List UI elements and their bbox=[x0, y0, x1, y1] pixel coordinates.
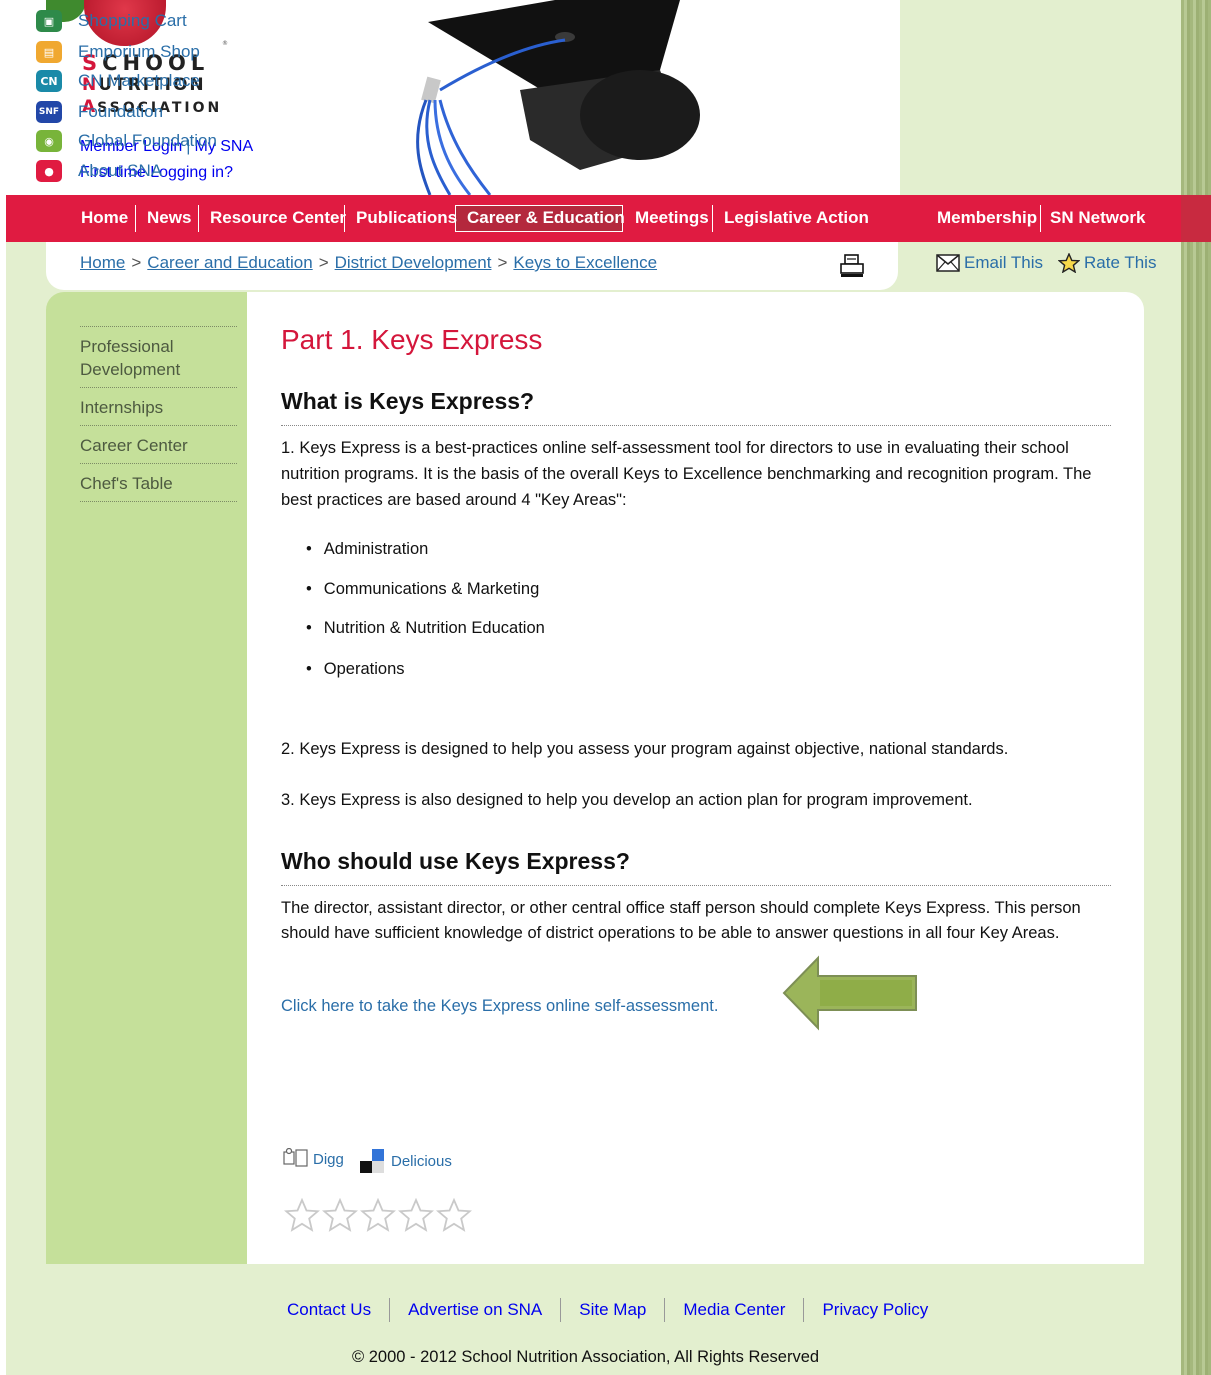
nav-divider bbox=[135, 205, 136, 232]
footer-advertise[interactable]: Advertise on SNA bbox=[408, 1300, 542, 1320]
footer-divider bbox=[389, 1298, 391, 1322]
quick-link-label: Emporium Shop bbox=[78, 42, 200, 61]
rating-star-icon[interactable] bbox=[322, 1198, 358, 1232]
sidebar-item-career-center[interactable]: Career Center bbox=[80, 426, 237, 464]
star-icon bbox=[1058, 253, 1080, 273]
quick-link-shopping-cart[interactable]: ▣ Shopping Cart bbox=[36, 10, 187, 32]
footer-divider bbox=[560, 1298, 562, 1322]
footer-divider bbox=[664, 1298, 666, 1322]
breadcrumb-home[interactable]: Home bbox=[80, 253, 125, 272]
graduation-cap-banner bbox=[380, 0, 820, 195]
nav-bar-edge bbox=[1181, 195, 1211, 242]
quick-link-label: About SNA bbox=[78, 161, 163, 180]
footer-links: Contact Us Advertise on SNA Site Map Med… bbox=[287, 1298, 928, 1322]
rating-star-icon[interactable] bbox=[398, 1198, 434, 1232]
cn-marketplace-icon: CN bbox=[36, 70, 62, 92]
digg-icon bbox=[283, 1148, 308, 1167]
footer-media-center[interactable]: Media Center bbox=[683, 1300, 785, 1320]
rate-this-label: Rate This bbox=[1084, 253, 1157, 272]
page-title: Part 1. Keys Express bbox=[281, 324, 543, 355]
quick-link-foundation[interactable]: SNF Foundation bbox=[36, 101, 163, 123]
breadcrumb-keys-to-excellence[interactable]: Keys to Excellence bbox=[513, 253, 657, 272]
nav-publications[interactable]: Publications bbox=[356, 207, 457, 229]
footer-site-map[interactable]: Site Map bbox=[579, 1300, 646, 1320]
email-this-label: Email This bbox=[964, 253, 1044, 272]
rating-star-icon[interactable] bbox=[360, 1198, 396, 1232]
paragraph-who: The director, assistant director, or oth… bbox=[281, 899, 1081, 942]
nav-home[interactable]: Home bbox=[81, 207, 128, 229]
shopping-cart-icon: ▣ bbox=[36, 10, 62, 32]
nav-divider bbox=[712, 205, 713, 232]
list-item-key-area: Administration bbox=[306, 540, 429, 559]
quick-link-label: Shopping Cart bbox=[78, 11, 187, 30]
heading-who-should-use: Who should use Keys Express? bbox=[281, 848, 1111, 886]
email-this-link[interactable]: Email This bbox=[936, 253, 1043, 273]
copyright: © 2000 - 2012 School Nutrition Associati… bbox=[352, 1348, 820, 1366]
rate-this-link[interactable]: Rate This bbox=[1058, 253, 1156, 273]
paragraph-action-plan: 3. Keys Express is also designed to help… bbox=[281, 791, 973, 809]
sidebar-item-chefs-table[interactable]: Chef's Table bbox=[80, 464, 237, 502]
quick-link-emporium-shop[interactable]: ▤ Emporium Shop bbox=[36, 41, 200, 63]
quick-link-label: Foundation bbox=[78, 102, 164, 121]
rating-star-icon[interactable] bbox=[284, 1198, 320, 1232]
footer-privacy-policy[interactable]: Privacy Policy bbox=[822, 1300, 928, 1320]
breadcrumb-district-development[interactable]: District Development bbox=[335, 253, 492, 272]
sidebar-item-professional-development[interactable]: Professional Development bbox=[80, 327, 237, 388]
digg-label: Digg bbox=[313, 1150, 344, 1168]
nav-career-education[interactable]: Career & Education bbox=[467, 207, 625, 229]
delicious-link[interactable]: Delicious bbox=[359, 1148, 452, 1174]
heading-what-is-keys-express: What is Keys Express? bbox=[281, 388, 1111, 426]
list-item-key-area: Communications & Marketing bbox=[306, 580, 540, 599]
globe-icon: ◉ bbox=[36, 130, 62, 152]
quick-link-cn-marketplace[interactable]: CN CN Marketplace bbox=[36, 70, 200, 92]
registered-mark: ® bbox=[222, 40, 228, 47]
apple-icon: ● bbox=[36, 160, 62, 182]
delicious-icon bbox=[360, 1149, 384, 1173]
nav-legislative-action[interactable]: Legislative Action bbox=[724, 207, 869, 229]
quick-link-global-foundation[interactable]: ◉ Global Foundation bbox=[36, 130, 217, 152]
delicious-label: Delicious bbox=[391, 1152, 452, 1170]
breadcrumb: Home > Career and Education > District Devel… bbox=[80, 253, 657, 273]
star-rating[interactable] bbox=[284, 1198, 472, 1232]
left-arrow-icon bbox=[782, 955, 917, 1031]
emporium-shop-icon: ▤ bbox=[36, 41, 62, 63]
sidebar-nav: Professional Development Internships Car… bbox=[80, 326, 237, 502]
nav-news[interactable]: News bbox=[147, 207, 191, 229]
nav-divider bbox=[344, 205, 345, 232]
paragraph-intro: 1. Keys Express is a best-practices onli… bbox=[281, 439, 1092, 509]
footer-divider bbox=[803, 1298, 805, 1322]
sidebar-item-internships[interactable]: Internships bbox=[80, 388, 237, 426]
nav-divider bbox=[1040, 205, 1041, 232]
breadcrumb-separator: > bbox=[131, 253, 142, 272]
print-icon[interactable] bbox=[838, 254, 866, 278]
self-assessment-link[interactable]: Click here to take the Keys Express onli… bbox=[281, 997, 718, 1016]
envelope-icon bbox=[936, 254, 960, 272]
nav-membership[interactable]: Membership bbox=[937, 207, 1037, 229]
snf-foundation-icon: SNF bbox=[36, 101, 62, 123]
rating-star-icon[interactable] bbox=[436, 1198, 472, 1232]
nav-meetings[interactable]: Meetings bbox=[635, 207, 709, 229]
list-item-key-area: Nutrition & Nutrition Education bbox=[306, 619, 545, 638]
quick-link-about-sna[interactable]: ● About SNA bbox=[36, 160, 162, 182]
breadcrumb-separator: > bbox=[318, 253, 329, 272]
nav-divider bbox=[198, 205, 199, 232]
graduation-cap-illustration bbox=[416, 0, 700, 195]
paragraph-assess: 2. Keys Express is designed to help you … bbox=[281, 740, 1009, 758]
quick-links-panel bbox=[900, 0, 1181, 195]
nav-sn-network[interactable]: SN Network bbox=[1050, 207, 1145, 229]
main-nav: Home News Resource Center Publications C… bbox=[6, 195, 1181, 242]
footer-contact-us[interactable]: Contact Us bbox=[287, 1300, 371, 1320]
breadcrumb-separator: > bbox=[497, 253, 508, 272]
digg-link[interactable]: Digg bbox=[283, 1148, 344, 1170]
quick-link-label: CN Marketplace bbox=[78, 71, 200, 90]
list-item-key-area: Operations bbox=[306, 660, 405, 679]
breadcrumb-career-education[interactable]: Career and Education bbox=[147, 253, 312, 272]
nav-resource-center[interactable]: Resource Center bbox=[210, 207, 346, 229]
quick-link-label: Global Foundation bbox=[78, 131, 217, 150]
